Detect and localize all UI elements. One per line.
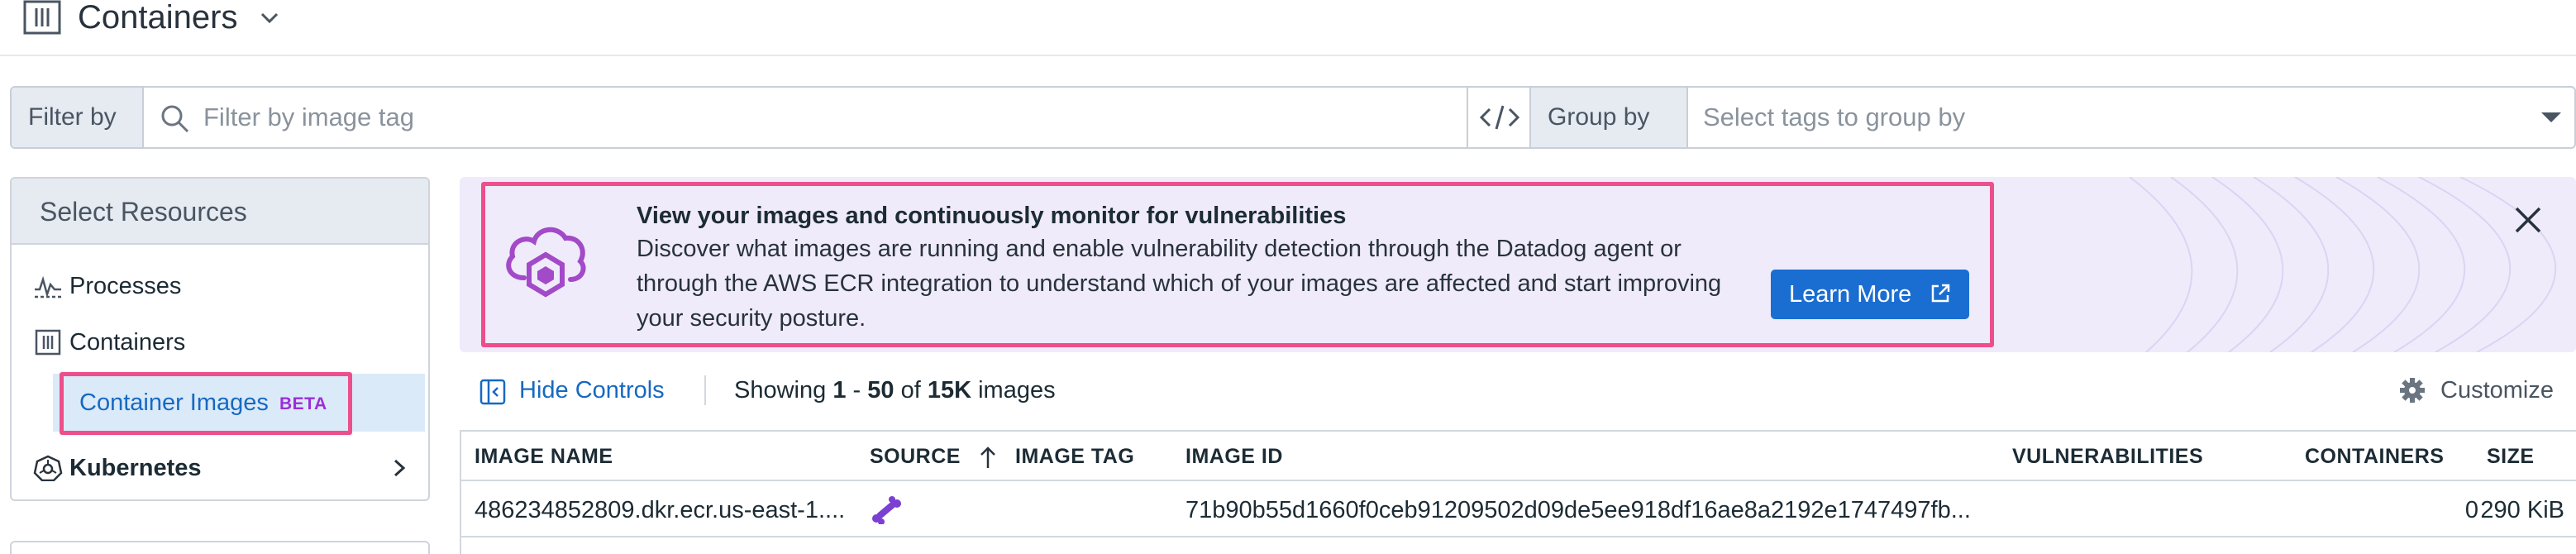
secondary-panel bbox=[10, 541, 430, 554]
processes-icon bbox=[35, 275, 61, 298]
gear-icon[interactable] bbox=[2399, 377, 2426, 404]
sidebar-item-label: Containers bbox=[69, 329, 186, 356]
columns-icon bbox=[35, 329, 61, 356]
columns-icon bbox=[23, 0, 61, 35]
code-icon bbox=[1479, 105, 1520, 130]
total-count: 15K bbox=[927, 377, 972, 404]
column-header-size[interactable]: SIZE bbox=[2487, 432, 2535, 481]
sidebar-item-label: Kubernetes bbox=[69, 455, 202, 481]
group-by-select[interactable]: Select tags to group by bbox=[1688, 88, 2574, 147]
close-icon[interactable] bbox=[2513, 205, 2543, 235]
learn-more-label: Learn More bbox=[1789, 281, 1912, 308]
column-header-containers[interactable]: CONTAINERS bbox=[2305, 432, 2444, 481]
range-end: 50 bbox=[867, 377, 894, 404]
banner-body: Discover what images are running and ena… bbox=[637, 236, 1722, 332]
cell-image-id: 71b90b55d1660f0ceb91209502d09de5ee918df1… bbox=[1185, 497, 1971, 523]
filter-bar: Filter by Group by Select tags to group … bbox=[10, 86, 2576, 149]
collapse-panel-icon[interactable] bbox=[479, 379, 506, 405]
filter-by-label: Filter by bbox=[12, 88, 144, 147]
cloud-security-icon bbox=[506, 227, 586, 298]
decorative-pattern bbox=[2129, 177, 2556, 352]
banner-title: View your images and continuously monito… bbox=[637, 203, 1347, 229]
table-controls: Hide Controls Showing 1 - 50 of 15K imag… bbox=[460, 364, 2576, 417]
learn-more-button[interactable]: Learn More bbox=[1771, 270, 1969, 319]
column-header-image-id[interactable]: IMAGE ID bbox=[1185, 432, 1283, 481]
cell-size: 290 KiB bbox=[2480, 497, 2564, 523]
chevron-down-icon[interactable] bbox=[258, 7, 281, 30]
sidebar-heading: Select Resources bbox=[12, 179, 428, 245]
column-header-source[interactable]: SOURCE bbox=[870, 432, 961, 481]
search-icon bbox=[161, 105, 189, 133]
group-by-placeholder: Select tags to group by bbox=[1703, 103, 1966, 131]
column-header-vulnerabilities[interactable]: VULNERABILITIES bbox=[2012, 432, 2203, 481]
customize-button[interactable]: Customize bbox=[2440, 364, 2554, 417]
query-editor-button[interactable] bbox=[1467, 88, 1529, 147]
cell-image-name: 486234852809.dkr.ecr.us-east-1.... bbox=[475, 497, 846, 523]
range-separator: - bbox=[852, 377, 861, 404]
sidebar-item-containers[interactable]: Containers bbox=[12, 318, 428, 367]
promo-banner: View your images and continuously monito… bbox=[460, 177, 2576, 352]
table-row[interactable]: 486234852809.dkr.ecr.us-east-1.... 71b90… bbox=[461, 483, 2576, 537]
highlight-box bbox=[60, 372, 352, 435]
bone-icon bbox=[872, 496, 901, 524]
external-link-icon bbox=[1931, 284, 1950, 303]
column-header-image-tag[interactable]: IMAGE TAG bbox=[1015, 432, 1134, 481]
count-suffix: images bbox=[978, 377, 1056, 404]
filter-input[interactable] bbox=[203, 94, 1443, 141]
caret-down-icon bbox=[2541, 112, 2561, 122]
showing-prefix: Showing bbox=[734, 377, 827, 404]
resource-sidebar: Select Resources Processes Containers Co… bbox=[10, 177, 430, 501]
range-start: 1 bbox=[832, 377, 847, 404]
divider bbox=[704, 375, 706, 405]
table-header: IMAGE NAME SOURCE IMAGE TAG IMAGE ID VUL… bbox=[461, 432, 2576, 481]
images-table: IMAGE NAME SOURCE IMAGE TAG IMAGE ID VUL… bbox=[460, 430, 2576, 554]
column-header-image-name[interactable]: IMAGE NAME bbox=[475, 432, 613, 481]
kubernetes-icon bbox=[33, 455, 63, 481]
results-count: Showing 1 - 50 of 15K images bbox=[734, 364, 1056, 417]
sidebar-item-processes[interactable]: Processes bbox=[12, 261, 428, 311]
group-by-label: Group by bbox=[1529, 88, 1688, 147]
of-word: of bbox=[900, 377, 921, 404]
sidebar-item-kubernetes[interactable]: Kubernetes bbox=[12, 443, 428, 493]
page-title[interactable]: Containers bbox=[78, 0, 237, 38]
chevron-right-icon[interactable] bbox=[390, 456, 408, 480]
sidebar-item-label: Processes bbox=[69, 273, 182, 299]
hide-controls-button[interactable]: Hide Controls bbox=[519, 364, 665, 417]
sort-ascending-icon[interactable] bbox=[979, 445, 997, 470]
page-header: Containers bbox=[0, 0, 2576, 56]
